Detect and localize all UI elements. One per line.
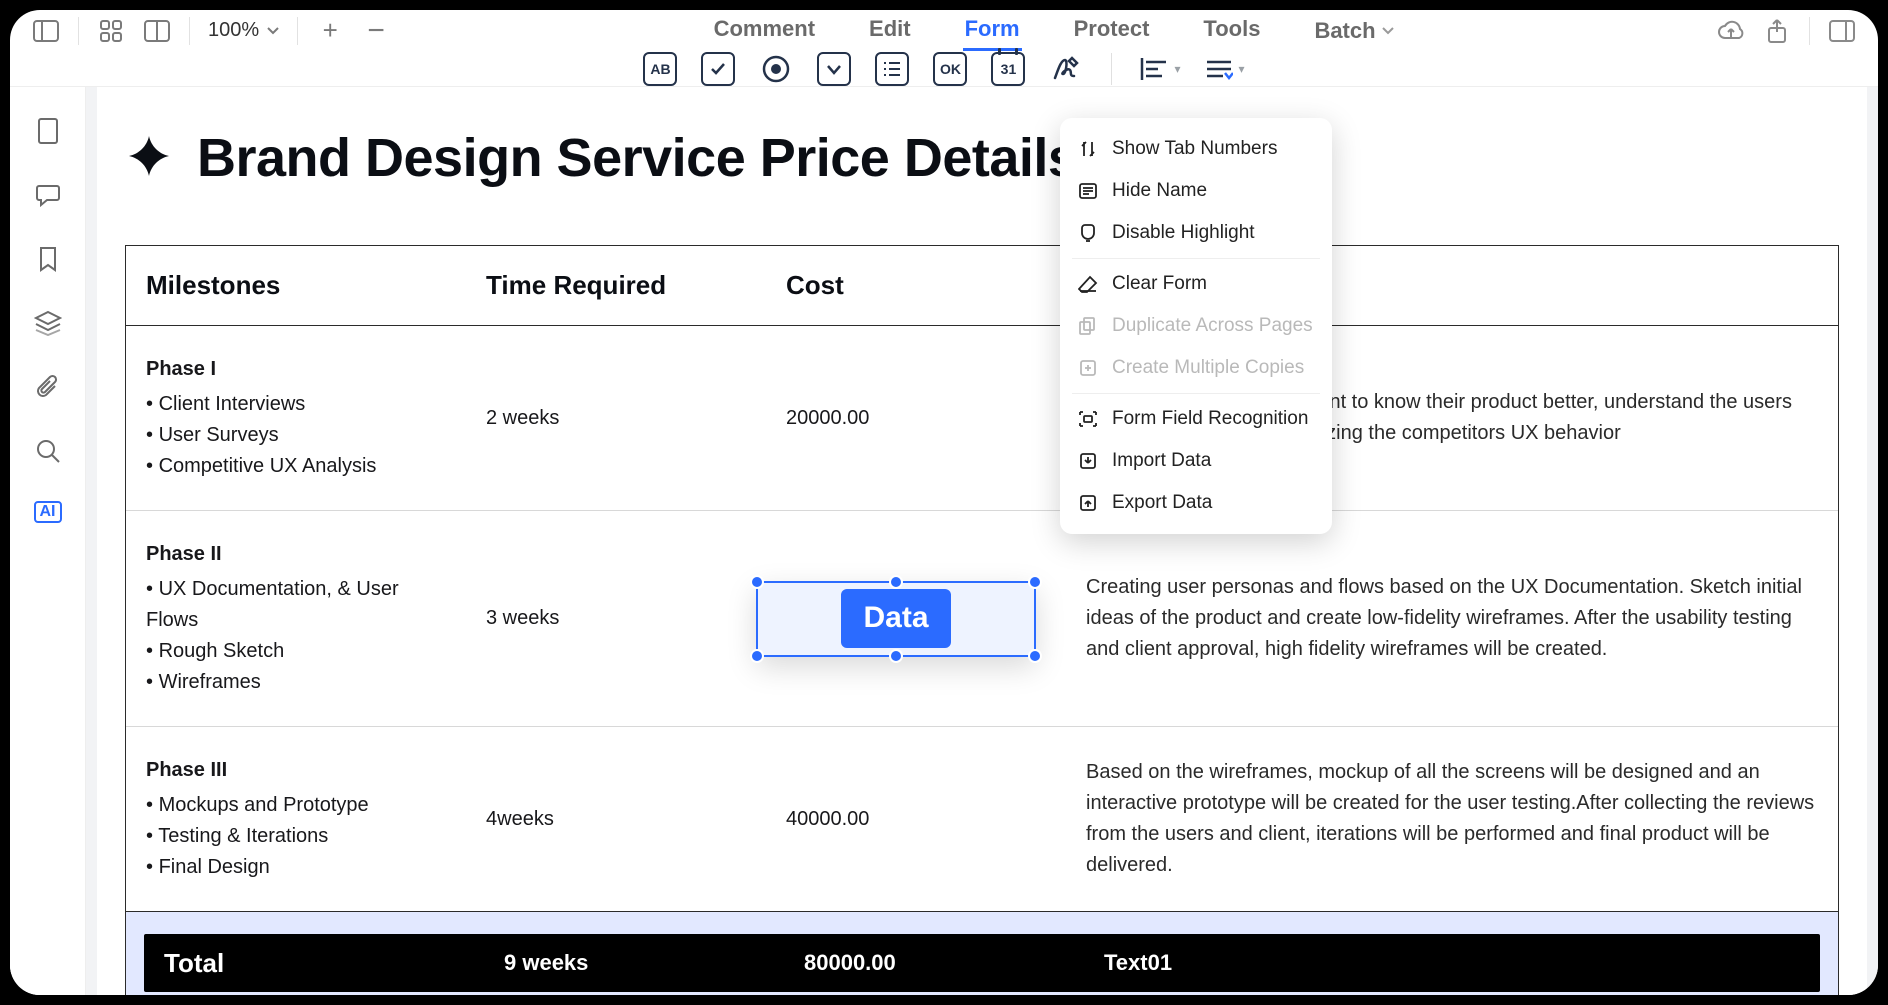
form-options-menu: Show Tab Numbers Hide Name Disable Highl… [1060, 118, 1332, 534]
total-desc: Text01 [1084, 946, 1820, 980]
zoom-value: 100% [208, 19, 259, 42]
layers-panel-icon[interactable] [34, 309, 62, 337]
cell-cost[interactable]: Data [766, 521, 1066, 716]
table-footer: Total 9 weeks 80000.00 Text01 [144, 934, 1820, 992]
panel-left-icon[interactable] [32, 17, 60, 45]
top-toolbar: 100% + − Comment Edit Form Protect Tools… [10, 10, 1878, 52]
col-cost: Cost [766, 246, 1066, 325]
cell-milestones: Phase III Mockups and Prototype Testing … [126, 737, 466, 901]
button-field-tool[interactable]: OK [933, 52, 967, 86]
duplicate-icon [1078, 316, 1098, 336]
tab-tools[interactable]: Tools [1201, 10, 1262, 51]
selection-label: Data [841, 589, 950, 648]
document-page: Brand Design Service Price Details Miles… [97, 87, 1867, 995]
form-field-selection[interactable]: Data [756, 581, 1036, 657]
cell-time: 2 weeks [466, 336, 766, 500]
col-time: Time Required [466, 246, 766, 325]
divider [189, 17, 190, 45]
cell-cost: 40000.00 [766, 737, 1066, 901]
import-icon [1078, 451, 1098, 471]
col-milestones: Milestones [126, 246, 466, 325]
comments-panel-icon[interactable] [34, 181, 62, 209]
divider [297, 17, 298, 45]
two-page-view-icon[interactable] [143, 17, 171, 45]
menu-disable-highlight[interactable]: Disable Highlight [1060, 212, 1332, 254]
table-header: Milestones Time Required Cost Descriptio… [126, 246, 1838, 326]
text-field-tool[interactable]: AB [643, 52, 677, 86]
page-thumbnails-icon[interactable] [34, 117, 62, 145]
menu-form-field-recognition[interactable]: Form Field Recognition [1060, 398, 1332, 440]
workspace: AI Brand Design Service Price Details Mi… [10, 86, 1878, 995]
divider [1809, 17, 1810, 45]
form-options-tool[interactable]: ▾ [1205, 58, 1245, 80]
total-label: Total [144, 943, 484, 983]
sparkle-icon [125, 134, 173, 182]
signature-field-tool[interactable] [1049, 52, 1083, 86]
highlight-icon [1078, 223, 1098, 243]
table-row: Phase I Client Interviews User Surveys C… [126, 326, 1838, 511]
share-icon[interactable] [1763, 17, 1791, 45]
zoom-in-button[interactable]: + [316, 17, 344, 45]
page-title: Brand Design Service Price Details [125, 127, 1839, 189]
cell-desc: Based on the wireframes, mockup of all t… [1066, 737, 1838, 901]
form-toolbar: AB OK 31 ▾ ▾ [10, 52, 1878, 86]
dropdown-field-tool[interactable] [817, 52, 851, 86]
menu-duplicate-across-pages: Duplicate Across Pages [1060, 305, 1332, 347]
listbox-field-tool[interactable] [875, 52, 909, 86]
eraser-icon [1078, 274, 1098, 294]
cell-time: 4weeks [466, 737, 766, 901]
checkbox-field-tool[interactable] [701, 52, 735, 86]
zoom-control[interactable]: 100% [208, 19, 279, 42]
menu-export-data[interactable]: Export Data [1060, 482, 1332, 524]
date-field-tool[interactable]: 31 [991, 52, 1025, 86]
menu-separator [1072, 393, 1320, 394]
attachments-panel-icon[interactable] [34, 373, 62, 401]
cell-milestones: Phase II UX Documentation, & User Flows … [126, 521, 466, 716]
tab-batch[interactable]: Batch [1312, 10, 1395, 51]
app-window: 100% + − Comment Edit Form Protect Tools… [10, 10, 1878, 995]
zoom-out-button[interactable]: − [362, 17, 390, 45]
left-toolbar: AI [10, 87, 86, 995]
total-cost: 80000.00 [784, 946, 1084, 980]
panel-right-icon[interactable] [1828, 17, 1856, 45]
bookmarks-panel-icon[interactable] [34, 245, 62, 273]
total-time: 9 weeks [484, 946, 784, 980]
tab-protect[interactable]: Protect [1072, 10, 1152, 51]
tab-comment[interactable]: Comment [712, 10, 817, 51]
tab-numbers-icon [1078, 139, 1098, 159]
search-panel-icon[interactable] [34, 437, 62, 465]
copies-icon [1078, 358, 1098, 378]
ai-panel-icon[interactable]: AI [34, 501, 62, 523]
menu-import-data[interactable]: Import Data [1060, 440, 1332, 482]
tab-edit[interactable]: Edit [867, 10, 913, 51]
radio-field-tool[interactable] [759, 52, 793, 86]
table-footer-wrap: Total 9 weeks 80000.00 Text01 [126, 911, 1838, 995]
cell-milestones: Phase I Client Interviews User Surveys C… [126, 336, 466, 500]
menu-show-tab-numbers[interactable]: Show Tab Numbers [1060, 128, 1332, 170]
cloud-upload-icon[interactable] [1717, 17, 1745, 45]
menu-create-multiple-copies: Create Multiple Copies [1060, 347, 1332, 389]
canvas[interactable]: Brand Design Service Price Details Miles… [86, 87, 1878, 995]
align-tool[interactable]: ▾ [1140, 56, 1180, 82]
divider [78, 17, 79, 45]
tab-form[interactable]: Form [963, 10, 1022, 51]
page-title-text: Brand Design Service Price Details [197, 127, 1077, 189]
separator [1111, 53, 1112, 85]
cell-desc: Creating user personas and flows based o… [1066, 521, 1838, 716]
hide-name-icon [1078, 181, 1098, 201]
recognition-icon [1078, 409, 1098, 429]
export-icon [1078, 493, 1098, 513]
cell-cost: 20000.00 [766, 336, 1066, 500]
menu-separator [1072, 258, 1320, 259]
table-row: Phase III Mockups and Prototype Testing … [126, 727, 1838, 911]
grid-view-icon[interactable] [97, 17, 125, 45]
cell-time: 3 weeks [466, 521, 766, 716]
menu-hide-name[interactable]: Hide Name [1060, 170, 1332, 212]
price-table: Milestones Time Required Cost Descriptio… [125, 245, 1839, 995]
menu-clear-form[interactable]: Clear Form [1060, 263, 1332, 305]
table-row: Phase II UX Documentation, & User Flows … [126, 511, 1838, 727]
